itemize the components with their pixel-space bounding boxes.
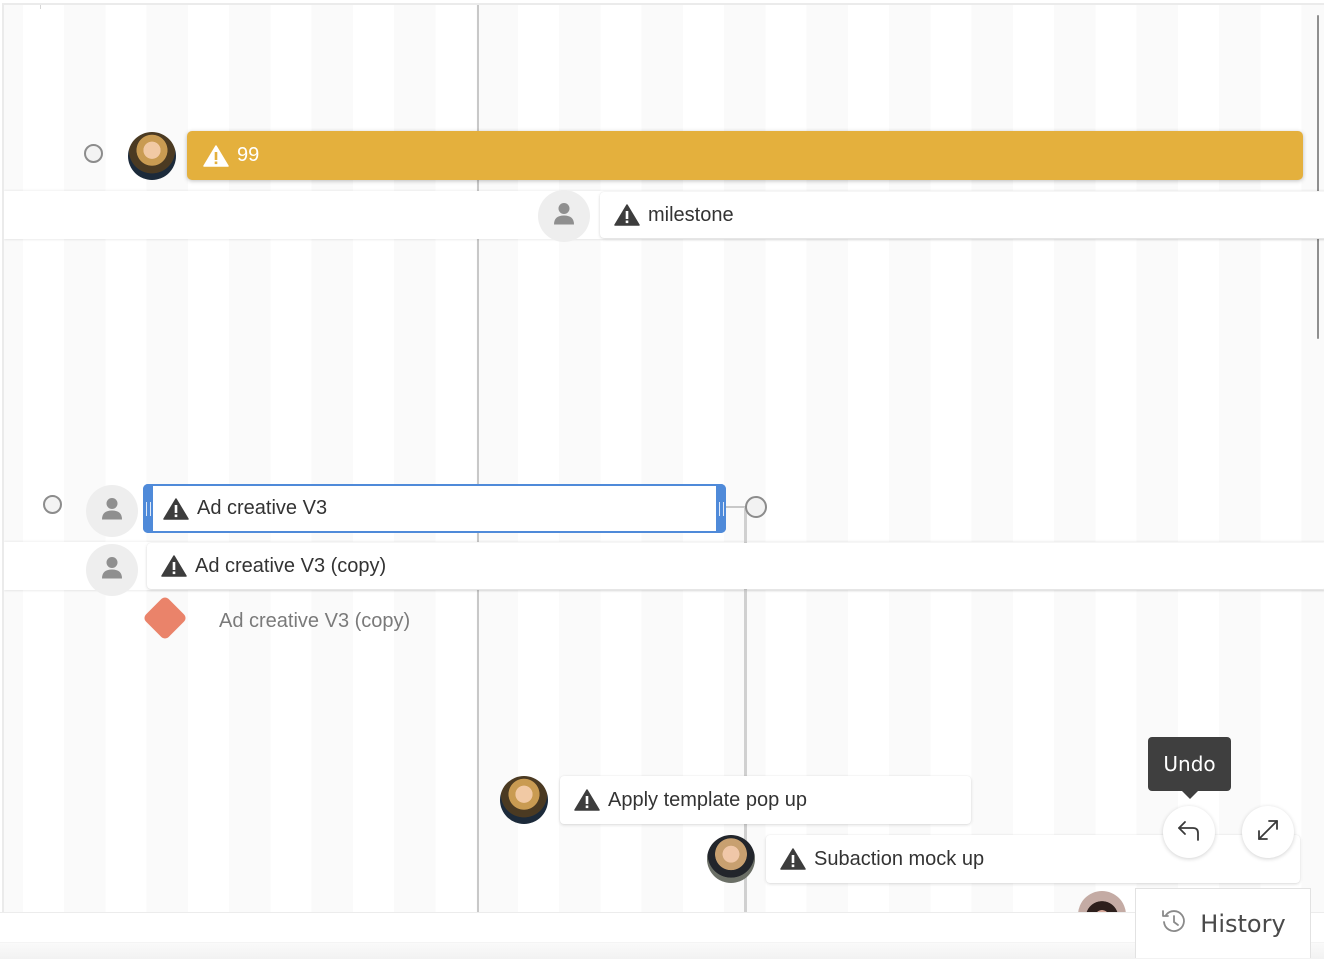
warning-icon (614, 204, 640, 226)
undo-arrow-icon (1176, 818, 1202, 847)
grip-icon (145, 501, 151, 516)
task-label: 99 (237, 144, 260, 166)
warning-icon (780, 848, 806, 870)
task-label: Ad creative V3 (copy) (195, 554, 387, 577)
footer-shade (0, 942, 1324, 959)
avatar[interactable] (707, 835, 755, 883)
task-card-ad-creative-v3-copy[interactable]: Ad creative V3 (copy) (147, 543, 1324, 589)
expand-button[interactable] (1242, 806, 1294, 858)
undo-button[interactable] (1163, 806, 1215, 858)
task-label: Ad creative V3 (197, 497, 328, 519)
task-label: Apply template pop up (608, 788, 808, 811)
task-card-milestone[interactable]: milestone (600, 192, 1324, 238)
timeline-canvas[interactable]: 99 milestone Ad creative V3 Ad creative … (2, 3, 1324, 913)
task-label: milestone (648, 203, 734, 226)
task-label: Subaction mock up (814, 847, 985, 870)
person-icon (99, 496, 125, 527)
task-bar-99[interactable]: 99 (187, 131, 1303, 180)
avatar-placeholder[interactable] (86, 485, 138, 537)
milestone-label: Ad creative V3 (copy) (219, 610, 411, 632)
vertical-scrollbar[interactable] (1317, 15, 1319, 339)
warning-icon (163, 497, 189, 520)
complete-toggle[interactable] (43, 495, 62, 514)
avatar-placeholder[interactable] (538, 190, 590, 242)
grip-icon (718, 501, 724, 516)
resize-handle-start[interactable] (143, 484, 153, 533)
warning-icon (161, 555, 187, 577)
avatar[interactable] (1078, 891, 1126, 913)
divider (40, 5, 41, 9)
complete-toggle[interactable] (84, 144, 103, 163)
history-label: History (1200, 909, 1286, 938)
history-button[interactable]: History (1135, 888, 1311, 958)
dependency-connector (726, 506, 746, 508)
expand-diagonal-icon (1255, 817, 1281, 848)
footer-bar (0, 912, 1324, 959)
warning-icon (203, 144, 229, 167)
task-bar-ad-creative-v3[interactable]: Ad creative V3 (143, 484, 726, 533)
avatar[interactable] (500, 776, 548, 824)
history-clock-icon (1160, 907, 1188, 941)
person-icon (99, 555, 125, 586)
avatar-placeholder[interactable] (86, 544, 138, 596)
resize-handle-end[interactable] (716, 484, 726, 533)
warning-icon (574, 789, 600, 811)
dependency-handle[interactable] (745, 496, 767, 518)
task-card-subaction[interactable]: Subaction mock up (766, 835, 1300, 883)
undo-tooltip: Undo (1148, 737, 1231, 799)
milestone-diamond-icon[interactable] (142, 595, 188, 641)
task-card-apply-template[interactable]: Apply template pop up (560, 776, 971, 824)
person-icon (551, 201, 577, 232)
avatar[interactable] (128, 132, 176, 180)
